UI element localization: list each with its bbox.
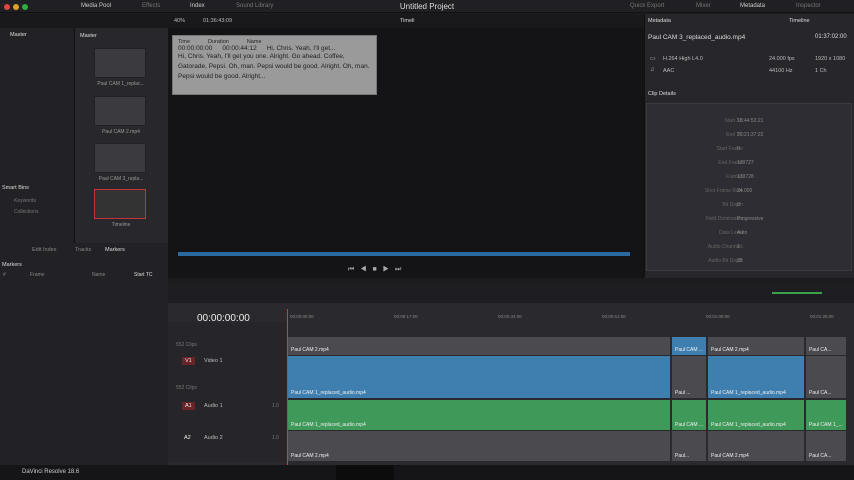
ruler-tick: 00:01:08:00 — [706, 314, 730, 319]
zoom-level[interactable]: 40% — [174, 18, 185, 24]
timeline-clip[interactable]: Paul CAM 1_replaced_audio.mp4 — [288, 400, 670, 430]
media-toolbar: 40% 01:36:43:09 Timeli — [0, 14, 644, 28]
detail-row: Frames 139728 — [726, 174, 754, 180]
timeline-clip[interactable]: Paul CA... — [806, 431, 846, 461]
clip-label: Paul CAM ... — [675, 422, 704, 428]
clip-label: Paul CAM 2.mp4 — [711, 453, 749, 459]
timeline-clip[interactable]: Paul CAM 2.mp4 — [288, 337, 670, 355]
page-bar: DaVinci Resolve 18.6 — [0, 465, 854, 480]
detail-row: Shot Frame Rate 24.000 — [704, 188, 753, 194]
clip-label: Paul CAM 1_replaced_audio.mp4 — [711, 422, 786, 428]
video-icon: ▭ — [650, 56, 656, 62]
tab-tracks[interactable]: Tracks — [75, 247, 91, 253]
timeline-clip[interactable]: Paul CAM 1_replaced_audio.mp4 — [288, 356, 670, 398]
metadata-tab[interactable]: Metadata — [740, 3, 765, 9]
clip-label: Paul CAM 1_replaced_audio.mp4 — [711, 390, 786, 396]
clip-label: Paul CA... — [809, 453, 832, 459]
detail-row: Data Level Auto — [719, 230, 748, 236]
tab-edit-index[interactable]: Edit Index — [32, 247, 56, 253]
track-a1-target[interactable]: A1 — [182, 402, 195, 410]
ruler-tick: 00:01:25:00 — [810, 314, 834, 319]
clip-label: Paul CA... — [809, 347, 832, 353]
clip-label: Paul CAM 2.mp4 — [711, 347, 749, 353]
mixer-tab[interactable]: Mixer — [696, 3, 711, 9]
master-bin[interactable]: Master — [10, 32, 27, 38]
ruler-tick: 00:00:17:00 — [394, 314, 418, 319]
metadata-scope[interactable]: Timeline — [789, 18, 810, 24]
clip-label: Paul CA... — [809, 390, 832, 396]
smart-bins-header: Smart Bins — [2, 185, 29, 191]
tab-markers[interactable]: Markers — [105, 247, 125, 253]
clip-label: Paul ... — [675, 390, 691, 396]
inspector-tab[interactable]: Inspector — [796, 3, 821, 9]
audio-icon: ♫ — [650, 67, 655, 73]
media-pool-clips: Master Paul CAM 1_replac... Paul CAM 2.m… — [75, 28, 168, 243]
timeline-name: Timeli — [400, 18, 415, 24]
detail-row: End Frame 139727 — [718, 160, 754, 166]
detail-row: Start TC 18:44:53:21 — [724, 118, 764, 124]
timeline-clip[interactable]: Paul CAM 1_replaced_audio.mp4 — [708, 400, 804, 430]
timeline-clip[interactable]: Paul CAM ... — [672, 337, 706, 355]
markers-panel: Edit Index Tracks Markers Markers # Fram… — [0, 243, 168, 465]
detail-row: End TC 20:21:37:22 — [726, 132, 764, 138]
top-bar: Media Pool Effects Index Sound Library U… — [0, 0, 854, 13]
edit-page-button[interactable] — [336, 465, 394, 480]
audio-waveform-scrubber[interactable] — [178, 252, 630, 256]
bin-list: Master Smart Bins Keywords Collections — [0, 28, 75, 243]
timeline-clip[interactable]: Paul... — [672, 431, 706, 461]
clip-label: Paul... — [675, 453, 690, 459]
clip-thumbnail[interactable]: Paul CAM 3_repla... — [94, 143, 146, 182]
clip-thumbnail[interactable]: Paul CAM 2.mp4 — [94, 96, 146, 135]
clip-label: Paul CAM 2.mp4 — [291, 453, 329, 459]
clip-label: Paul CAM 1_... — [809, 422, 843, 428]
ruler-tick: 00:00:51:00 — [602, 314, 626, 319]
timeline-clip[interactable]: Paul CAM 1_replaced_audio.mp4 — [708, 356, 804, 398]
detail-row: Bit Depth 0 — [722, 202, 743, 208]
timeline-thumbnail[interactable]: Timeline — [94, 189, 146, 228]
source-timecode: 01:36:43:09 — [203, 18, 233, 24]
smart-bin-collections[interactable]: Collections — [14, 209, 38, 215]
project-title: Untitled Project — [399, 2, 455, 11]
detail-row: Audio Bit Depth 32 — [708, 258, 743, 264]
track-v1-target[interactable]: V1 — [182, 357, 195, 365]
transport-controls[interactable]: ⏮◀■▶⏭ — [348, 266, 407, 274]
clip-thumbnail[interactable]: Paul CAM 1_replac... — [94, 48, 146, 87]
clip-label: Paul CAM 2.mp4 — [291, 347, 329, 353]
clip-label: Paul CAM 1_replaced_audio.mp4 — [291, 390, 366, 396]
timeline-clip[interactable]: Paul CAM ... — [672, 400, 706, 430]
timeline-clip[interactable]: Paul CAM 2.mp4 — [708, 431, 804, 461]
detail-row: Start Frame 0 — [716, 146, 743, 152]
volume-slider[interactable] — [772, 292, 822, 294]
detail-row: Audio Channels 1 — [707, 244, 743, 250]
clip-details: Start TC 18:44:53:21 End TC 20:21:37:22 Star… — [646, 103, 852, 271]
timeline-clip[interactable]: Paul CAM 2.mp4 — [708, 337, 804, 355]
timeline-clip[interactable]: Paul CAM 2.mp4 — [288, 431, 670, 461]
track-a2-target[interactable]: A2 — [184, 435, 191, 441]
clip-label: Paul CAM ... — [675, 347, 704, 353]
smart-bin-keywords[interactable]: Keywords — [14, 198, 36, 204]
ruler-tick: 00:00:00:00 — [290, 314, 314, 319]
timeline-clip[interactable]: Paul ... — [672, 356, 706, 398]
timeline-clip[interactable]: Paul CA... — [806, 356, 846, 398]
clip-label: Paul CAM 1_replaced_audio.mp4 — [291, 422, 366, 428]
playhead[interactable] — [287, 309, 288, 465]
quick-export-button[interactable]: Quick Export — [630, 3, 664, 9]
detail-row: Field Dominance Progressive — [705, 216, 764, 222]
track-headers: 552 Clips V1 Video 1 552 Clips A1 Audio … — [168, 322, 286, 462]
index-tooltip: Time Duration Name 00:00:00:00 00:00:44:12 H… — [172, 35, 377, 95]
timeline-clip[interactable]: Paul CAM 1_... — [806, 400, 846, 430]
timeline-clip[interactable]: Paul CA... — [806, 337, 846, 355]
media-pool-header: Master — [80, 33, 97, 39]
timeline-toolbar — [168, 283, 854, 303]
ruler-tick: 00:00:34:00 — [498, 314, 522, 319]
